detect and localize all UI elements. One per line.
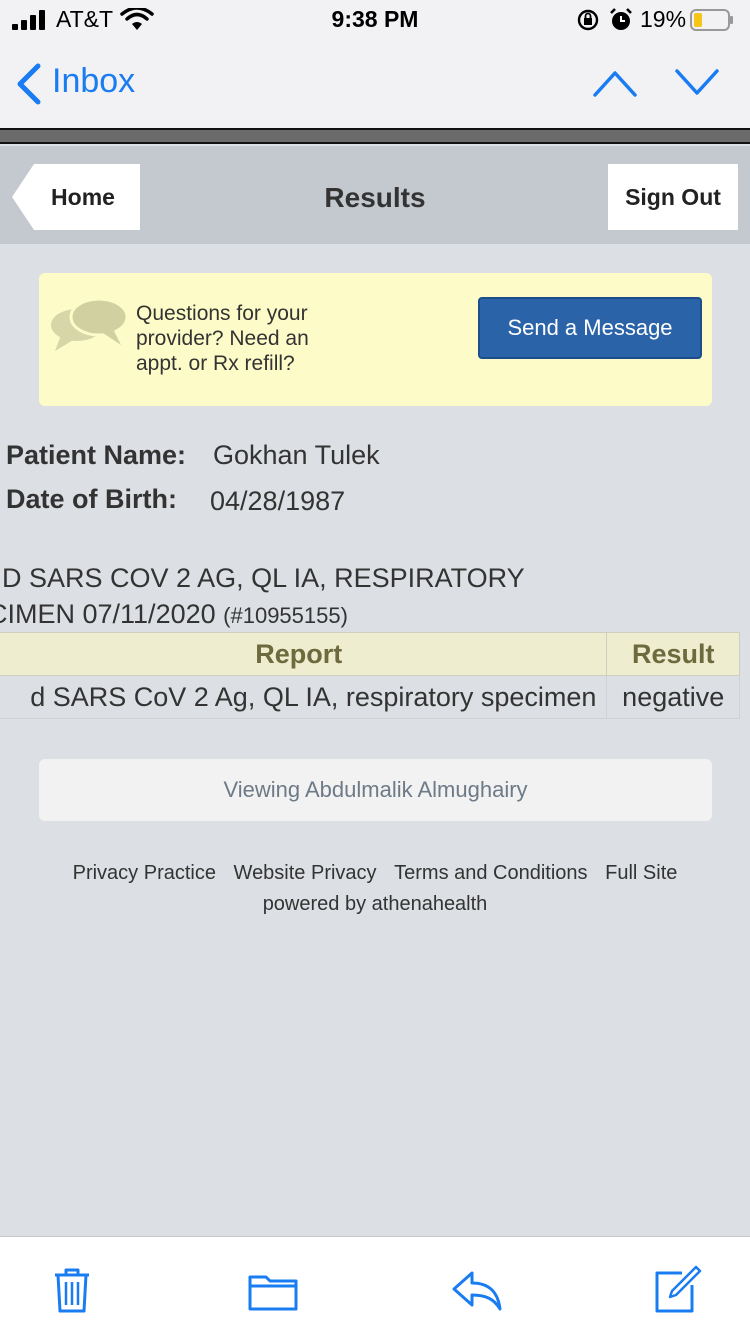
- column-header-result: Result: [606, 632, 740, 676]
- dob-value: 04/28/1987: [210, 486, 346, 516]
- dob-label: Date of Birth:: [6, 484, 177, 514]
- alarm-icon: [610, 8, 632, 30]
- mail-nav-bar: Inbox: [0, 40, 750, 128]
- reply-icon[interactable]: [452, 1265, 502, 1315]
- privacy-practice-link[interactable]: Privacy Practice: [73, 862, 216, 884]
- message-banner: Questions for your provider? Need an app…: [39, 273, 712, 406]
- folder-icon[interactable]: [248, 1265, 298, 1315]
- trash-icon[interactable]: [47, 1265, 97, 1315]
- mail-toolbar: [0, 1236, 750, 1335]
- battery-icon: [690, 9, 733, 31]
- banner-text: Questions for your provider? Need an app…: [136, 302, 309, 375]
- column-header-report: Report: [0, 632, 608, 676]
- page-header: Home Results Sign Out: [0, 146, 750, 244]
- divider-bar: [0, 128, 750, 144]
- clock: 9:38 PM: [331, 6, 419, 32]
- battery-percentage: 19%: [640, 6, 687, 32]
- results-table: Report Result d SARS CoV 2 Ag, QL IA, re…: [0, 632, 740, 719]
- result-cell: negative: [606, 675, 740, 719]
- patient-name-row: Patient Name: Gokhan Tulek: [6, 440, 380, 471]
- website-privacy-link[interactable]: Website Privacy: [234, 862, 377, 884]
- full-site-link[interactable]: Full Site: [605, 862, 677, 884]
- back-chevron-icon[interactable]: [14, 62, 44, 106]
- terms-link[interactable]: Terms and Conditions: [394, 862, 587, 884]
- chat-bubbles-icon: [51, 297, 129, 351]
- send-message-button[interactable]: Send a Message: [478, 297, 702, 359]
- previous-message-icon[interactable]: [592, 68, 638, 98]
- compose-icon[interactable]: [652, 1265, 702, 1315]
- inbox-back-button[interactable]: Inbox: [52, 62, 135, 101]
- table-row: d SARS CoV 2 Ag, QL IA, respiratory spec…: [0, 675, 740, 719]
- patient-name-value: Gokhan Tulek: [213, 440, 380, 470]
- test-title-line2: CIMEN 07/11/2020: [0, 599, 216, 629]
- powered-by: powered by athenahealth: [262, 893, 488, 915]
- test-title-line1: D SARS COV 2 AG, QL IA, RESPIRATORY: [2, 563, 525, 593]
- dob-row: Date of Birth: 04/28/1987: [6, 484, 345, 516]
- status-bar: AT&T 9:38 PM 19%: [0, 0, 750, 40]
- test-title: D SARS COV 2 AG, QL IA, RESPIRATORY CIME…: [0, 560, 525, 634]
- test-id: (#10955155): [223, 603, 348, 628]
- next-message-icon[interactable]: [674, 68, 720, 98]
- sign-out-button[interactable]: Sign Out: [608, 164, 738, 230]
- viewing-account-bar[interactable]: Viewing Abdulmalik Almughairy: [39, 759, 712, 821]
- rotation-lock-icon: [577, 9, 599, 31]
- footer-links: Privacy Practice Website Privacy Terms a…: [0, 862, 750, 885]
- table-header-row: Report Result: [0, 632, 740, 676]
- patient-name-label: Patient Name:: [6, 440, 187, 470]
- report-cell: d SARS CoV 2 Ag, QL IA, respiratory spec…: [0, 675, 608, 719]
